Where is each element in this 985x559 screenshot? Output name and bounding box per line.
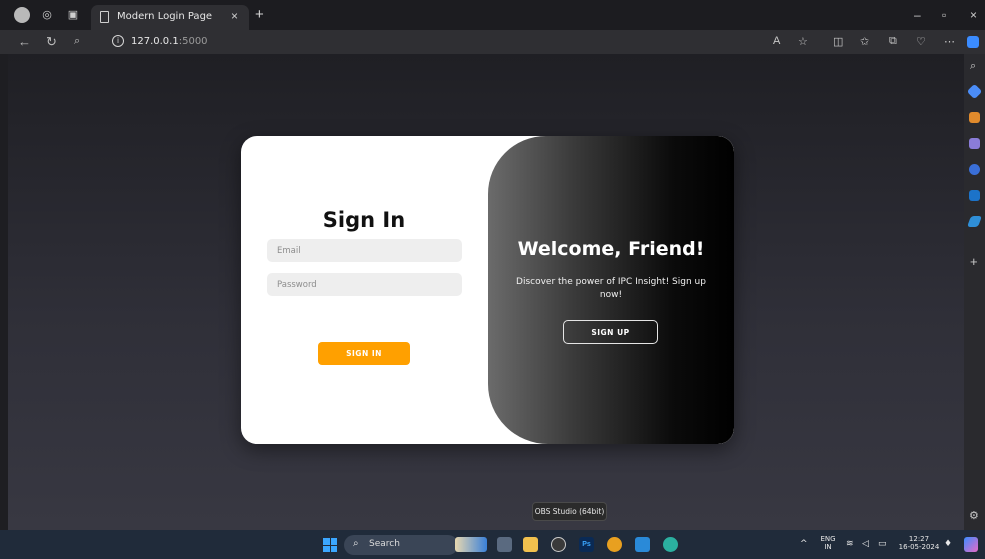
browser-titlebar: ◎ ▣ Modern Login Page × + – ▫ × bbox=[0, 0, 985, 30]
sidebar-search-icon[interactable]: ⌕ bbox=[970, 60, 976, 73]
edge-icon[interactable] bbox=[663, 537, 678, 552]
language-indicator[interactable]: ENG IN bbox=[817, 535, 839, 551]
page-icon bbox=[100, 11, 109, 23]
language-top: ENG bbox=[820, 535, 836, 543]
clock-time: 12:27 bbox=[908, 535, 930, 543]
sidebar-games-icon[interactable] bbox=[969, 138, 980, 149]
favorites-icon[interactable]: ✩ bbox=[860, 35, 869, 48]
taskbar-search-icon: ⌕ bbox=[353, 538, 359, 549]
taskbar-tooltip: OBS Studio (64bit) bbox=[532, 502, 607, 521]
windows-taskbar: ⌕ Search Ps ^ ENG IN ≋ ◁ ▭ 12:27 16-05-2… bbox=[0, 530, 985, 559]
edge-sidebar: ⌕ + ⚙ bbox=[964, 54, 985, 530]
address-bar[interactable]: i 127.0.0.1:5000 bbox=[100, 32, 760, 52]
tray-overflow-icon[interactable]: ^ bbox=[800, 539, 808, 549]
tab-actions-icon[interactable]: ▣ bbox=[66, 8, 80, 22]
copilot-icon[interactable] bbox=[967, 36, 979, 48]
sidebar-add-icon[interactable]: + bbox=[970, 254, 978, 269]
signup-button[interactable]: SIGN UP bbox=[563, 320, 658, 344]
notification-bell-icon[interactable]: ♦ bbox=[944, 539, 952, 549]
sidebar-send-icon[interactable] bbox=[966, 216, 983, 227]
browser-toolbar: ← ↻ ⌕ i 127.0.0.1:5000 A ☆ ◫ ✩ ⧉ ♡ ⋯ bbox=[0, 30, 985, 54]
signin-button[interactable]: SIGN IN bbox=[318, 342, 410, 365]
workspaces-icon[interactable]: ◎ bbox=[40, 8, 54, 22]
taskbar-search-label: Search bbox=[369, 539, 400, 549]
minimize-button[interactable]: – bbox=[914, 8, 921, 22]
sidebar-shopping-icon[interactable] bbox=[969, 112, 980, 123]
sidebar-outlook-icon[interactable] bbox=[969, 190, 980, 201]
windows-start-icon[interactable] bbox=[323, 538, 337, 552]
welcome-panel: Welcome, Friend! Discover the power of I… bbox=[488, 136, 734, 444]
copilot-taskbar-icon[interactable] bbox=[964, 537, 978, 552]
clock-date: 16-05-2024 bbox=[898, 543, 940, 551]
email-field[interactable] bbox=[267, 239, 462, 262]
profile-avatar-icon[interactable] bbox=[14, 7, 30, 23]
browser-essentials-icon[interactable]: ♡ bbox=[916, 35, 926, 48]
login-card: Sign In SIGN IN Welcome, Friend! Discove… bbox=[241, 136, 734, 444]
signin-title: Sign In bbox=[322, 208, 406, 232]
widgets-icon[interactable] bbox=[455, 537, 487, 552]
tab-title: Modern Login Page bbox=[117, 11, 213, 22]
url-host: 127.0.0.1 bbox=[131, 36, 179, 47]
favorite-star-icon[interactable]: ☆ bbox=[798, 35, 808, 48]
tab-close-icon[interactable]: × bbox=[231, 9, 238, 23]
sidebar-settings-icon[interactable]: ⚙ bbox=[969, 509, 979, 522]
collections-icon[interactable]: ⧉ bbox=[889, 35, 897, 48]
clock[interactable]: 12:27 16-05-2024 bbox=[896, 535, 942, 551]
language-bottom: IN bbox=[824, 543, 832, 551]
welcome-heading: Welcome, Friend! bbox=[517, 238, 705, 260]
new-tab-button[interactable]: + bbox=[255, 6, 264, 23]
task-view-icon[interactable] bbox=[497, 537, 512, 552]
refresh-icon[interactable]: ↻ bbox=[46, 34, 57, 50]
page-viewport: Sign In SIGN IN Welcome, Friend! Discove… bbox=[8, 54, 964, 530]
taskbar-search[interactable]: ⌕ Search bbox=[344, 535, 458, 555]
read-aloud-icon[interactable]: A bbox=[773, 35, 780, 47]
sidebar-tag-icon[interactable] bbox=[966, 83, 983, 100]
back-icon[interactable]: ← bbox=[18, 34, 31, 49]
close-window-button[interactable]: × bbox=[970, 8, 977, 22]
wifi-icon[interactable]: ≋ bbox=[846, 539, 854, 549]
password-field[interactable] bbox=[267, 273, 462, 296]
split-screen-icon[interactable]: ◫ bbox=[833, 35, 843, 48]
url-text[interactable]: 127.0.0.1:5000 bbox=[131, 36, 208, 47]
restore-button[interactable]: ▫ bbox=[942, 8, 946, 22]
vscode-icon[interactable] bbox=[635, 537, 650, 552]
battery-icon[interactable]: ▭ bbox=[878, 539, 887, 549]
volume-icon[interactable]: ◁ bbox=[862, 539, 869, 549]
photoshop-icon[interactable]: Ps bbox=[579, 537, 594, 552]
sidebar-copilot-icon[interactable] bbox=[969, 164, 980, 175]
welcome-description: Discover the power of IPC Insight! Sign … bbox=[516, 277, 706, 300]
search-icon[interactable]: ⌕ bbox=[74, 35, 80, 48]
file-explorer-icon[interactable] bbox=[523, 537, 538, 552]
more-menu-icon[interactable]: ⋯ bbox=[944, 35, 955, 48]
site-info-icon[interactable]: i bbox=[112, 35, 124, 47]
url-port: :5000 bbox=[178, 36, 208, 47]
tab-modern-login[interactable]: Modern Login Page × bbox=[91, 5, 249, 30]
chrome-icon[interactable] bbox=[607, 537, 622, 552]
obs-studio-icon[interactable] bbox=[551, 537, 566, 552]
